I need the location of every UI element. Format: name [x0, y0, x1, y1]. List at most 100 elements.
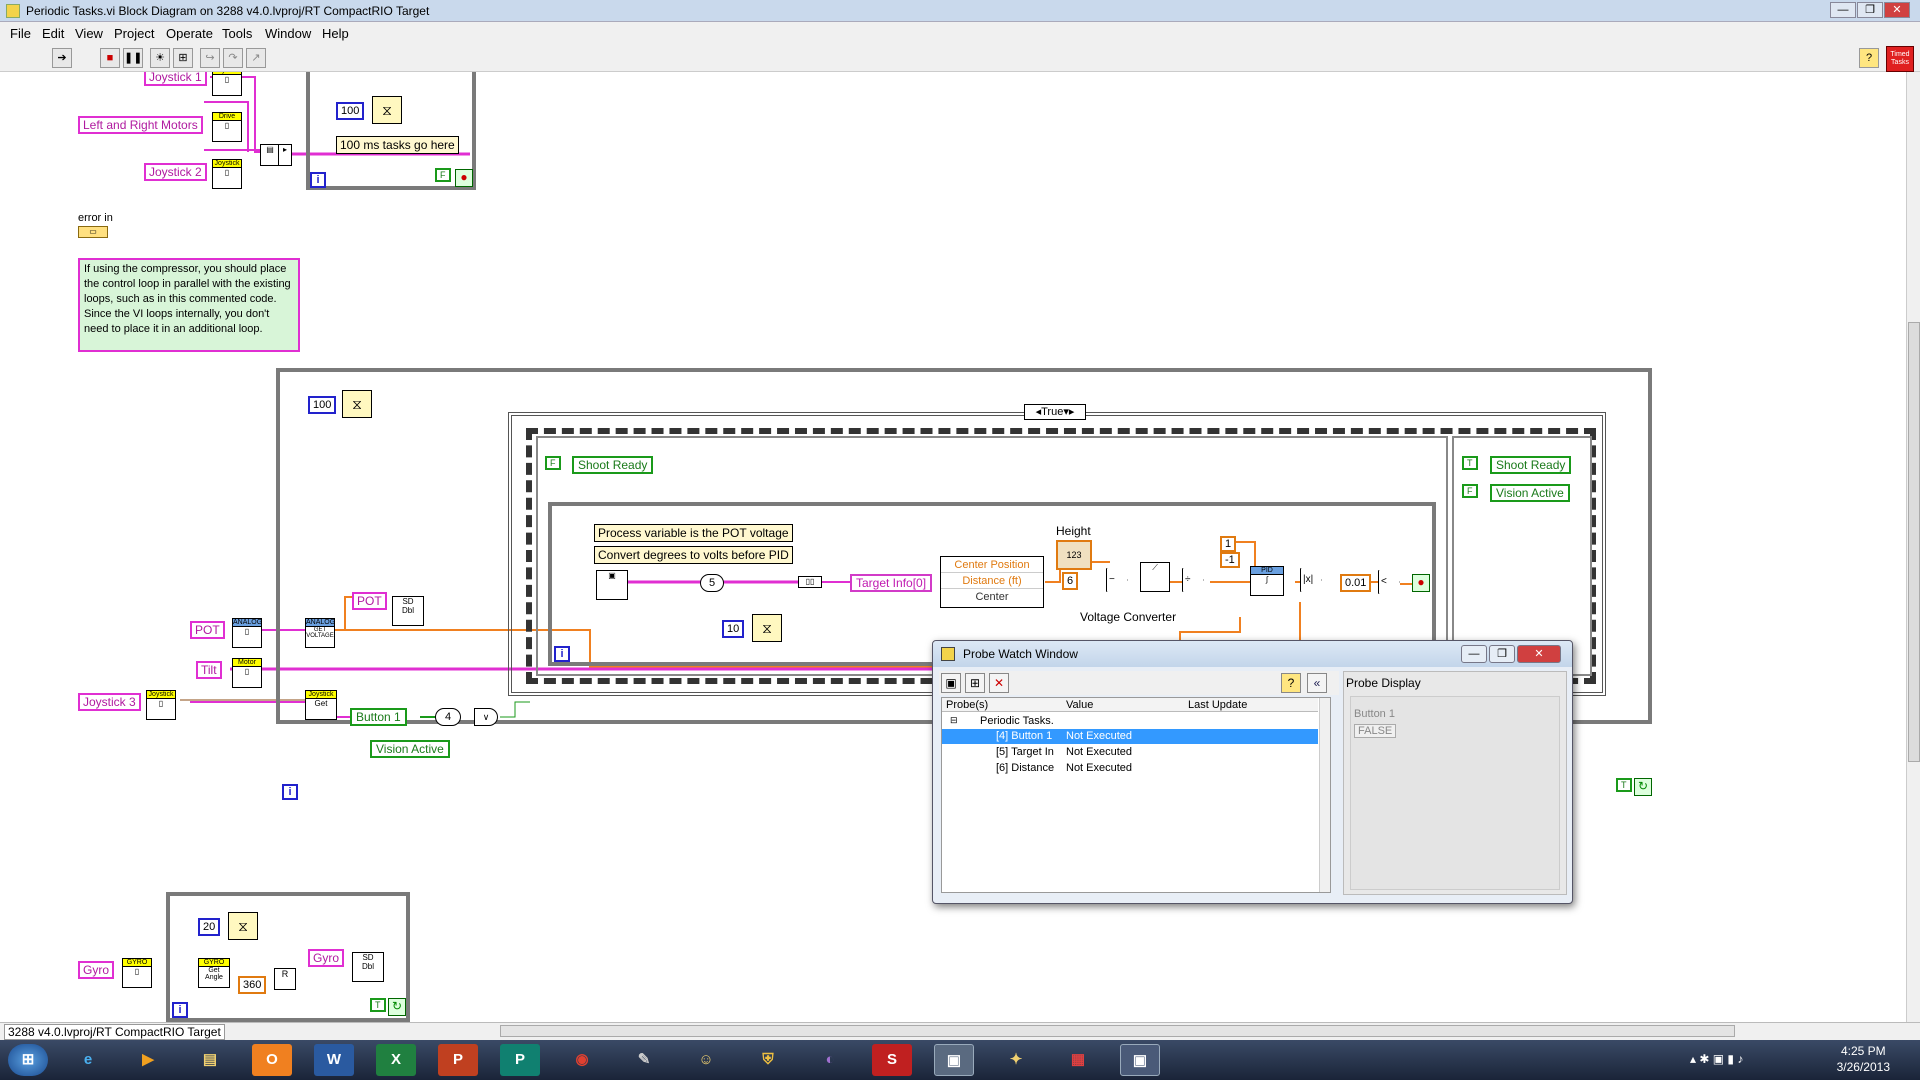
joystick3-node[interactable]: Joystick ▯ [146, 690, 176, 720]
gyro-get-angle-node[interactable]: GYRO Get Angle [198, 958, 230, 988]
minimize-button[interactable]: — [1830, 2, 1856, 18]
menu-operate[interactable]: Operate [166, 26, 213, 41]
error-in-terminal-icon[interactable]: ▭ [78, 226, 108, 238]
gimp-icon[interactable]: ✎ [624, 1044, 664, 1076]
step-out-icon[interactable]: ↗ [246, 48, 266, 68]
f-const-2[interactable]: F [1462, 484, 1478, 498]
analog-node[interactable]: ANALOG ▯ [232, 618, 262, 648]
menu-edit[interactable]: Edit [42, 26, 64, 41]
retain-wire-values-icon[interactable]: ⊞ [173, 48, 193, 68]
solidworks-icon[interactable]: S [872, 1044, 912, 1076]
button1-indicator[interactable]: Button 1 [350, 708, 407, 726]
winrar-icon[interactable]: ▦ [1058, 1044, 1098, 1076]
restore-button[interactable]: ❐ [1857, 2, 1883, 18]
t-const[interactable]: T [1462, 456, 1478, 470]
col-value[interactable]: Value [1066, 699, 1093, 711]
pid-node[interactable]: PID ∫ [1250, 566, 1284, 596]
excel-icon[interactable]: X [376, 1044, 416, 1076]
avatar-app-icon[interactable]: ☺ [686, 1044, 726, 1076]
probe-list-scrollbar[interactable] [1319, 698, 1330, 892]
iteration-terminal[interactable]: i [310, 172, 326, 188]
probe-restore-button[interactable]: ❐ [1489, 645, 1515, 663]
vision-node[interactable]: ▣ [596, 570, 628, 600]
quotient-node-icon[interactable]: R [274, 968, 296, 990]
shoot-ready-true[interactable]: Shoot Ready [1490, 456, 1572, 474]
case-selector[interactable]: ◂True▾▸ [1024, 404, 1086, 420]
gyro-continue-icon[interactable]: ↻ [388, 998, 406, 1016]
col-probes[interactable]: Probe(s) [946, 699, 988, 711]
eclipse-icon[interactable]: ◐ [810, 1044, 850, 1076]
drive-node[interactable]: Drive ▯ [212, 112, 242, 142]
menu-tools[interactable]: Tools [222, 26, 252, 41]
powerpoint-icon[interactable]: P [438, 1044, 478, 1076]
continue-terminal-icon[interactable]: ↻ [1634, 778, 1652, 796]
horizontal-scrollbar[interactable] [500, 1025, 1735, 1037]
gyro-t-const[interactable]: T [370, 998, 386, 1012]
joystick1-node[interactable]: Joystick▯ [212, 72, 242, 96]
collapse-display-icon[interactable]: « [1307, 673, 1327, 693]
clock[interactable]: 4:25 PM 3/26/2013 [1837, 1043, 1890, 1075]
wait-timer-icon[interactable]: ⧖ [372, 96, 402, 124]
unbundle-by-name[interactable]: Center Position Distance (ft) Center [940, 556, 1044, 608]
pause-icon[interactable]: ❚❚ [123, 48, 143, 68]
bundle-node[interactable]: ▤ [260, 144, 280, 166]
menu-window[interactable]: Window [265, 26, 311, 41]
step-into-icon[interactable]: ↪ [200, 48, 220, 68]
main-wait-timer-icon[interactable]: ⧖ [342, 390, 372, 418]
col-last-update[interactable]: Last Update [1188, 699, 1247, 711]
tilt-label[interactable]: Tilt [196, 661, 222, 679]
probe-minimize-button[interactable]: — [1461, 645, 1487, 663]
t-loop-const[interactable]: T [1616, 778, 1632, 792]
height-control[interactable]: 123 [1056, 540, 1092, 570]
joystick1-label[interactable]: Joystick 1 [144, 72, 207, 86]
menu-project[interactable]: Project [114, 26, 154, 41]
const-0-01[interactable]: 0.01 [1340, 574, 1372, 592]
publisher-icon[interactable]: P [500, 1044, 540, 1076]
menu-file[interactable]: File [10, 26, 31, 41]
outlook-icon[interactable]: O [252, 1044, 292, 1076]
const-10[interactable]: 10 [722, 620, 745, 638]
inner-wait-timer-icon[interactable]: ⧖ [752, 614, 782, 642]
wait-ms-const[interactable]: 100 [336, 102, 365, 120]
const-4[interactable]: 4 [435, 708, 461, 726]
chrome-icon[interactable]: ◉ [562, 1044, 602, 1076]
new-probe-icon[interactable]: ▣ [941, 673, 961, 693]
vision-active-false[interactable]: Vision Active [1490, 484, 1570, 502]
vertical-scroll-thumb[interactable] [1908, 322, 1920, 762]
step-over-icon[interactable]: ↷ [223, 48, 243, 68]
labview-project-icon[interactable]: ✦ [996, 1044, 1036, 1076]
start-button-icon[interactable]: ⊞ [8, 1044, 48, 1076]
loop-100ms[interactable] [306, 72, 476, 190]
gyro-wait-timer-icon[interactable]: ⧖ [228, 912, 258, 940]
motor-node[interactable]: Motor ▯ [232, 658, 262, 688]
or-gate-icon[interactable]: ∨ [474, 708, 498, 726]
highlight-execution-icon[interactable]: ☀ [150, 48, 170, 68]
labview-taskbar-icon[interactable]: ▣ [934, 1044, 974, 1076]
gyro-node[interactable]: GYRO ▯ [122, 958, 152, 988]
vision-active-local[interactable]: Vision Active [370, 740, 450, 758]
stop-terminal-icon[interactable]: ● [455, 169, 473, 187]
main-wait-const[interactable]: 100 [308, 396, 337, 414]
const-1[interactable]: 1 [1220, 536, 1237, 552]
collapse-tree-icon[interactable]: ⊟ [950, 715, 958, 726]
pot-label[interactable]: POT [190, 621, 225, 639]
app-99-icon[interactable]: ⛨ [748, 1044, 788, 1076]
const-5[interactable]: 5 [700, 574, 724, 592]
probe-close-button[interactable]: ✕ [1517, 645, 1561, 663]
vertical-scrollbar[interactable] [1906, 72, 1920, 1022]
gyro-iteration-terminal[interactable]: i [172, 1002, 188, 1018]
shoot-ready-false[interactable]: Shoot Ready [572, 456, 654, 474]
probe-watch-window[interactable]: Probe Watch Window — ❐ ✕ ▣ ⊞ ✕ ? « Probe… [932, 640, 1573, 904]
false-const[interactable]: F [435, 168, 451, 182]
gyro-label[interactable]: Gyro [78, 961, 115, 979]
menu-view[interactable]: View [75, 26, 103, 41]
gyro-wait-const[interactable]: 20 [198, 918, 221, 936]
f-const[interactable]: F [545, 456, 561, 470]
close-button[interactable]: ✕ [1884, 2, 1910, 18]
media-player-icon[interactable]: ▶ [128, 1044, 168, 1076]
delete-probe-icon[interactable]: ✕ [989, 673, 1009, 693]
const-6[interactable]: 6 [1062, 572, 1079, 590]
inner-stop-terminal-icon[interactable]: ● [1412, 574, 1430, 592]
inner-iteration-terminal[interactable]: i [554, 646, 570, 662]
probe-taskbar-icon[interactable]: ▣ [1120, 1044, 1160, 1076]
